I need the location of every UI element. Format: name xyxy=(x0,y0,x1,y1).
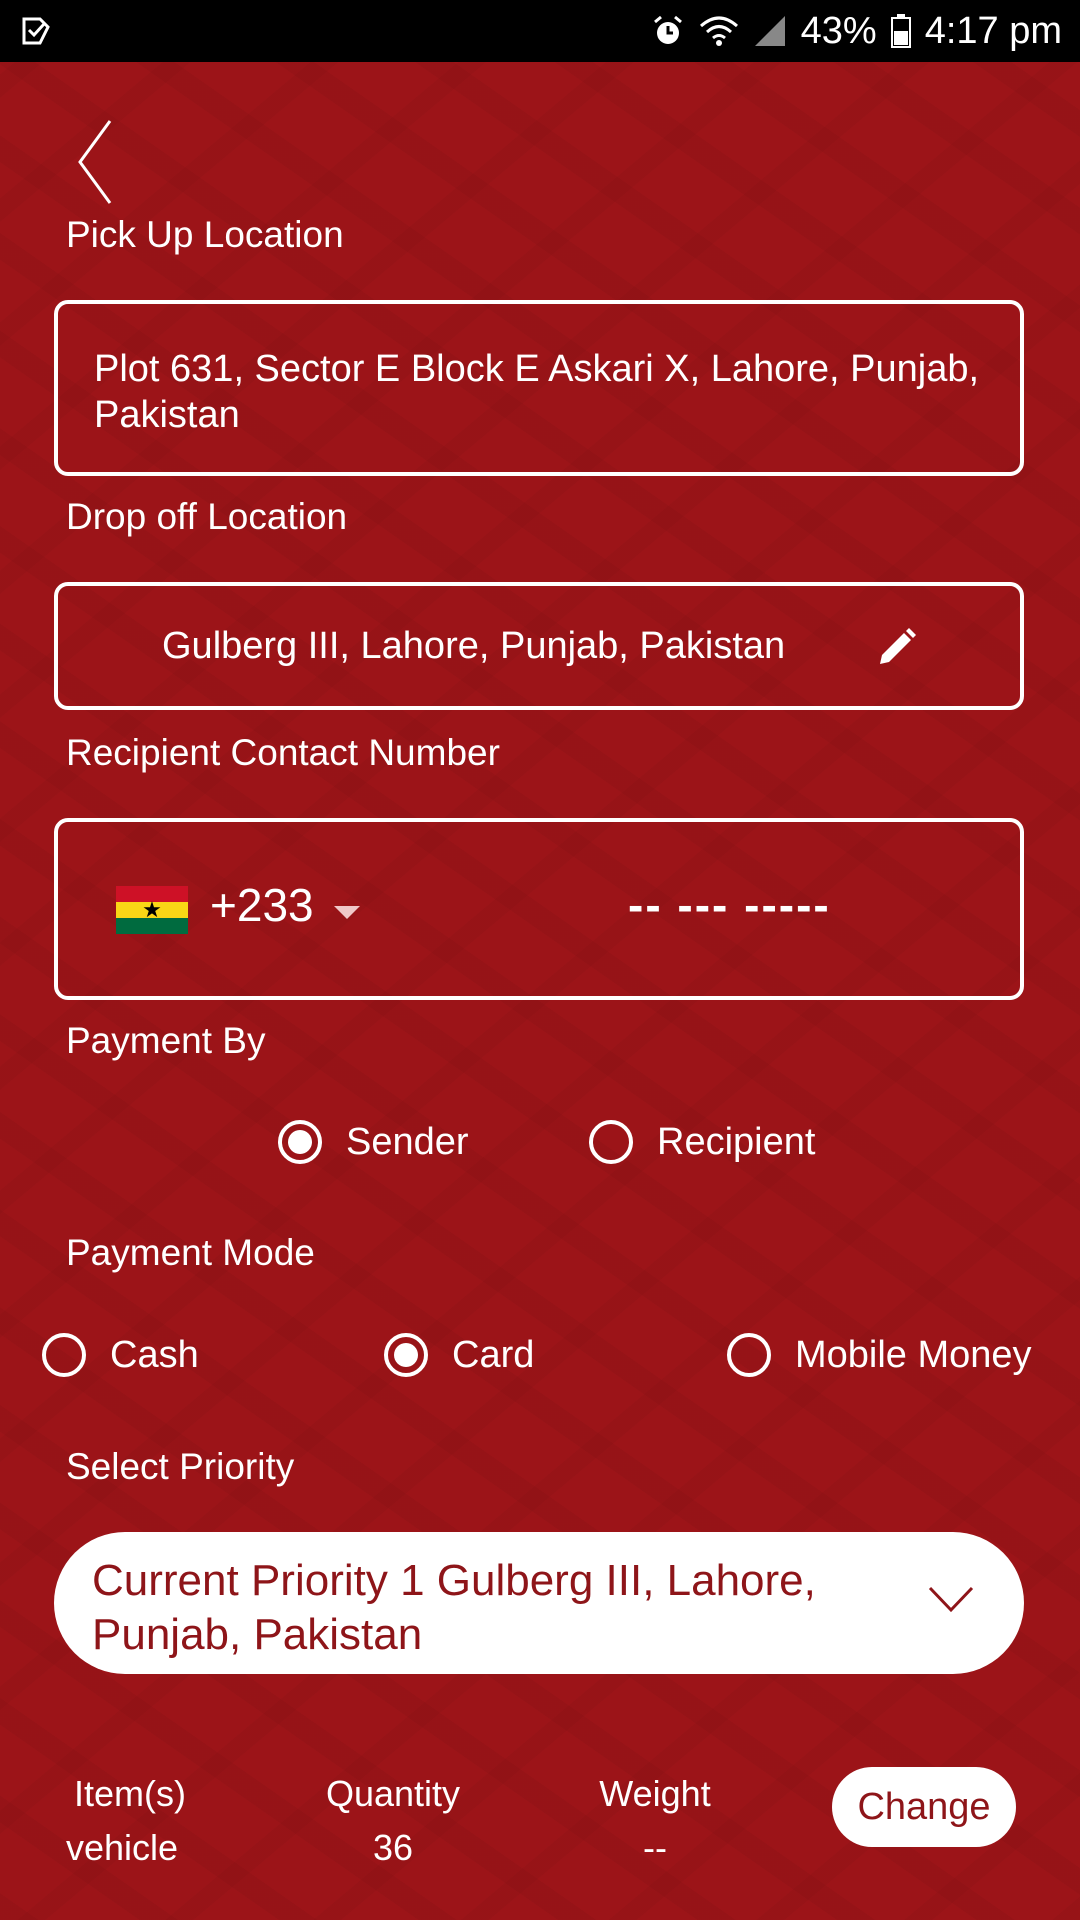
chevron-down-icon[interactable] xyxy=(928,1584,974,1619)
weight-value: -- xyxy=(643,1827,667,1868)
priority-dropdown[interactable]: Current Priority 1 Gulberg III, Lahore, … xyxy=(54,1532,1024,1674)
back-button[interactable] xyxy=(66,119,126,204)
radio-unselected-icon xyxy=(727,1333,771,1377)
wifi-icon xyxy=(699,14,739,48)
items-header: Item(s) xyxy=(74,1773,186,1814)
app-notification-icon xyxy=(20,15,52,47)
payment-by-label: Payment By xyxy=(66,1020,266,1061)
status-bar: 43% 4:17 pm xyxy=(0,0,1080,62)
priority-value: Current Priority 1 Gulberg III, Lahore, … xyxy=(92,1556,816,1659)
sender-label: Sender xyxy=(346,1120,469,1163)
card-label: Card xyxy=(452,1333,535,1376)
delivery-form-screen: Pick Up Location Plot 631, Sector E Bloc… xyxy=(0,62,1080,1920)
payment-by-sender-radio[interactable]: Sender xyxy=(278,1120,469,1164)
payment-by-recipient-radio[interactable]: Recipient xyxy=(589,1120,815,1164)
country-code[interactable]: +233 xyxy=(210,878,314,932)
payment-mode-mobile-money-radio[interactable]: Mobile Money xyxy=(727,1333,1032,1377)
alarm-icon xyxy=(651,14,685,48)
weight-header: Weight xyxy=(599,1773,711,1814)
battery-percent: 43% xyxy=(800,9,877,52)
recipient-label: Recipient xyxy=(657,1120,816,1163)
radio-selected-icon xyxy=(278,1120,322,1164)
signal-icon xyxy=(753,14,787,48)
pickup-location-field[interactable]: Plot 631, Sector E Block E Askari X, Lah… xyxy=(54,300,1024,476)
radio-unselected-icon xyxy=(42,1333,86,1377)
payment-mode-cash-radio[interactable]: Cash xyxy=(42,1333,199,1377)
payment-mode-card-radio[interactable]: Card xyxy=(384,1333,534,1377)
pencil-icon[interactable] xyxy=(874,626,918,675)
priority-label: Select Priority xyxy=(66,1446,295,1487)
phone-field[interactable]: ★ +233 -- --- ----- xyxy=(54,818,1024,1000)
items-column: Item(s) vehicle xyxy=(66,1773,194,1869)
dropoff-label: Drop off Location xyxy=(66,496,348,537)
contact-label: Recipient Contact Number xyxy=(66,732,500,773)
mobile-money-label: Mobile Money xyxy=(795,1333,1032,1376)
pickup-label: Pick Up Location xyxy=(66,214,344,255)
quantity-value: 36 xyxy=(372,1827,414,1868)
change-button[interactable]: Change xyxy=(832,1767,1016,1847)
battery-icon xyxy=(890,14,911,48)
items-value: vehicle xyxy=(66,1827,179,1868)
radio-selected-icon xyxy=(384,1333,428,1377)
clock: 4:17 pm xyxy=(924,9,1062,52)
pickup-location-text: Plot 631, Sector E Block E Askari X, Lah… xyxy=(94,348,980,436)
phone-number-input[interactable]: -- --- ----- xyxy=(628,878,831,932)
dropoff-location-field[interactable]: Gulberg III, Lahore, Punjab, Pakistan xyxy=(54,582,1024,710)
quantity-header: Quantity xyxy=(325,1773,461,1814)
radio-unselected-icon xyxy=(589,1120,633,1164)
ghana-flag-icon[interactable]: ★ xyxy=(116,886,188,934)
cash-label: Cash xyxy=(110,1333,199,1376)
dropoff-location-text: Gulberg III, Lahore, Punjab, Pakistan xyxy=(162,624,786,667)
payment-mode-label: Payment Mode xyxy=(66,1232,315,1273)
chevron-left-icon xyxy=(76,117,116,212)
caret-down-icon[interactable] xyxy=(334,906,360,919)
weight-column: Weight -- xyxy=(592,1773,718,1869)
quantity-column: Quantity 36 xyxy=(318,1773,468,1869)
